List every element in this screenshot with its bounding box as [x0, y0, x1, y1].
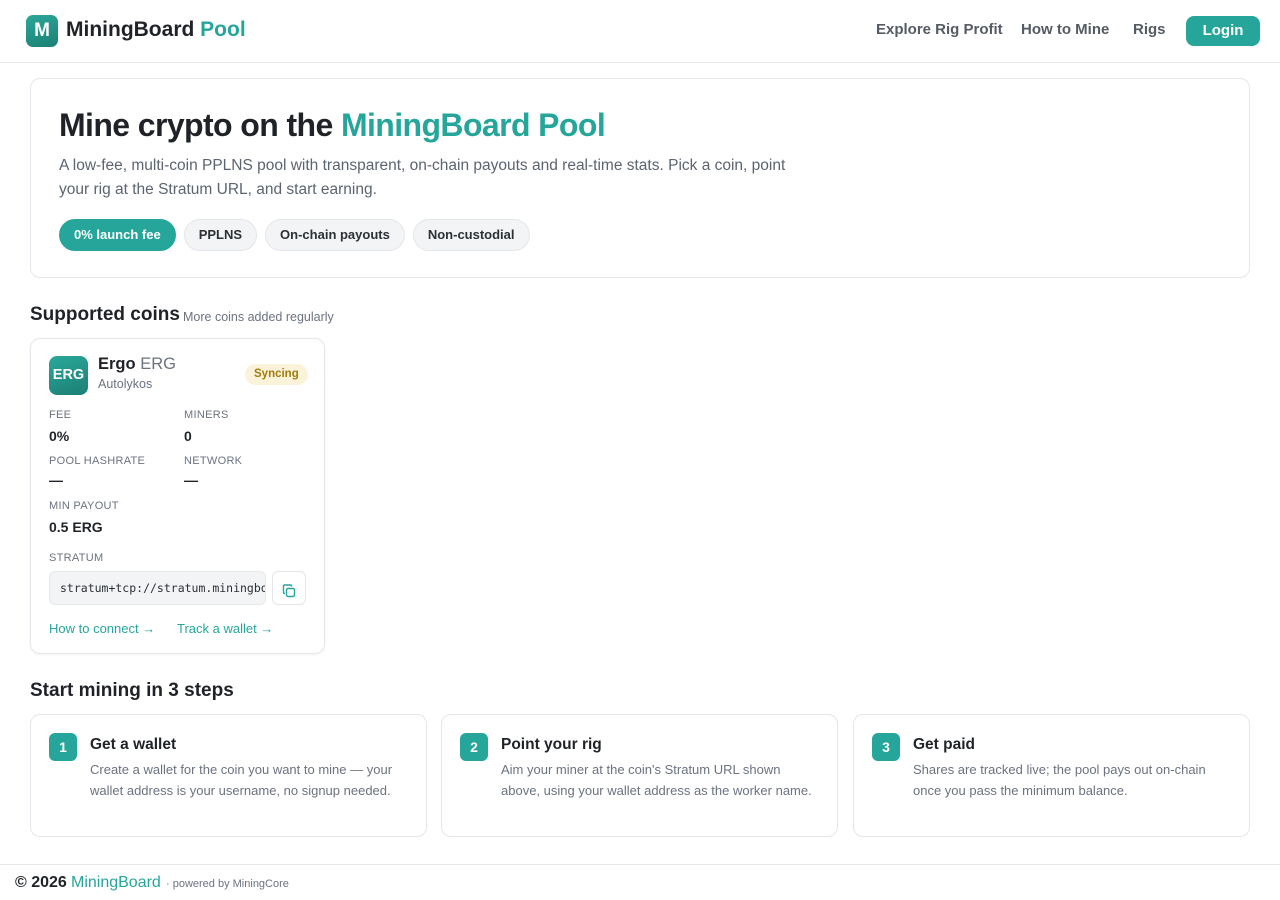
miners-value: 0	[184, 428, 192, 444]
step-title: Get paid	[913, 736, 976, 753]
hero-title-prefix: Mine crypto on the	[59, 107, 333, 143]
step-description: Create a wallet for the coin you want to…	[90, 762, 393, 798]
coin-ticker: ERG	[140, 355, 176, 373]
supported-coins-subtitle: More coins added regularly	[183, 310, 334, 324]
min-payout-label: MIN PAYOUT	[49, 500, 119, 512]
brand-name-accent: Pool	[200, 18, 246, 41]
brand-name[interactable]: MiningBoard Pool	[66, 18, 246, 42]
brand-name-main: MiningBoard	[66, 18, 195, 41]
fee-label: FEE	[49, 409, 72, 421]
hero-title-accent: MiningBoard Pool	[340, 107, 606, 143]
coin-card-ergo: ERG Ergo ERG Autolykos Syncing FEE 0% MI…	[30, 338, 325, 654]
hero-title: Mine crypto on the MiningBoard Pool	[59, 107, 606, 144]
fee-value: 0%	[49, 428, 70, 444]
step-card-3: 3 Get paid Shares are tracked live; the …	[853, 714, 1250, 837]
feature-pills: 0% launch fee PPLNS On-chain payouts Non…	[59, 219, 530, 251]
nav-how-to-mine[interactable]: How to Mine	[1021, 21, 1109, 38]
coin-algorithm: Autolykos	[98, 377, 153, 391]
stratum-url-field[interactable]: stratum+tcp://stratum.miningboard.pool	[49, 571, 266, 605]
top-navbar: M MiningBoard Pool Explore Rig Profit Ho…	[0, 0, 1280, 63]
pill-on-chain-payouts: On-chain payouts	[265, 219, 405, 251]
pool-hashrate-label: POOL HASHRATE	[49, 455, 146, 467]
logo-mark[interactable]: M	[26, 15, 58, 47]
step-number: 1	[49, 733, 77, 761]
coin-logo: ERG	[49, 356, 88, 395]
footer: © 2026 MiningBoard · powered by MiningCo…	[0, 864, 1280, 900]
miners-label: MINERS	[184, 409, 229, 421]
pool-hashrate-value: —	[49, 472, 63, 488]
pill-non-custodial: Non-custodial	[412, 219, 530, 251]
network-value: —	[184, 472, 198, 488]
coin-name-text: Ergo	[98, 355, 136, 373]
pill-launch-fee: 0% launch fee	[59, 219, 176, 251]
step-title: Get a wallet	[90, 736, 177, 753]
step-number: 3	[872, 733, 900, 761]
footer-brand-link[interactable]: MiningBoard	[71, 874, 161, 892]
pill-pplns: PPLNS	[183, 219, 258, 251]
footer-copyright: © 2026	[15, 874, 67, 891]
footer-powered-by: · powered by MiningCore	[166, 878, 289, 890]
hero-card: Mine crypto on the MiningBoard Pool A lo…	[30, 78, 1250, 278]
min-payout-value: 0.5 ERG	[49, 519, 103, 535]
copy-icon	[282, 584, 296, 598]
step-number: 2	[460, 733, 488, 761]
step-title: Point your rig	[501, 736, 602, 753]
step-card-1: 1 Get a wallet Create a wallet for the c…	[30, 714, 427, 837]
steps-title: Start mining in 3 steps	[30, 680, 234, 701]
step-description: Aim your miner at the coin's Stratum URL…	[501, 762, 812, 798]
nav-explore-rig-profit[interactable]: Explore Rig Profit	[876, 21, 1003, 38]
stratum-url: stratum+tcp://stratum.miningboard.pool	[60, 581, 265, 595]
track-wallet-link[interactable]: Track a wallet →	[177, 621, 273, 636]
nav-rigs[interactable]: Rigs	[1133, 21, 1166, 38]
supported-coins-title: Supported coins	[30, 304, 180, 325]
copy-stratum-button[interactable]	[272, 571, 306, 605]
step-card-2: 2 Point your rig Aim your miner at the c…	[441, 714, 838, 837]
coin-name: Ergo ERG	[98, 355, 176, 374]
network-label: NETWORK	[184, 455, 243, 467]
login-button[interactable]: Login	[1186, 16, 1260, 46]
hero-description: A low-fee, multi-coin PPLNS pool with tr…	[59, 157, 786, 198]
stratum-label: STRATUM	[49, 552, 104, 564]
status-badge: Syncing	[245, 364, 308, 385]
step-description: Shares are tracked live; the pool pays o…	[913, 762, 1206, 798]
how-to-connect-link[interactable]: How to connect →	[49, 621, 155, 636]
